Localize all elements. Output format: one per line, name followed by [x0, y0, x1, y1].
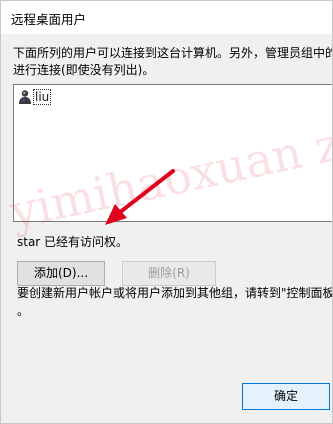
description-text: 下面所列的用户可以连接到这台计算机。另外，管理员组中的 进行连接(即使没有列出)…: [13, 45, 333, 79]
description-line-1: 下面所列的用户可以连接到这台计算机。另外，管理员组中的: [13, 46, 333, 60]
remote-desktop-users-dialog: 远程桌面用户 下面所列的用户可以连接到这台计算机。另外，管理员组中的 进行连接(…: [0, 0, 333, 424]
ok-button[interactable]: 确定: [242, 383, 330, 410]
title-bar: 远程桌面用户: [1, 1, 332, 34]
note-line-2: 。: [17, 304, 30, 318]
add-button[interactable]: 添加(D)...: [17, 261, 105, 286]
window-title: 远程桌面用户: [11, 12, 87, 27]
description-line-2: 进行连接(即使没有列出)。: [13, 63, 155, 77]
user-icon: [17, 89, 33, 105]
remove-button[interactable]: 删除(R): [122, 261, 216, 286]
note-text: 要创建新用户帐户或将用户添加到其他组，请转到"控制面板 。: [17, 284, 333, 320]
user-listbox[interactable]: liu: [13, 84, 332, 222]
access-status-text: star 已经有访问权。: [17, 235, 129, 249]
list-item[interactable]: liu: [17, 88, 52, 106]
list-item-label: liu: [32, 89, 52, 105]
note-line-1: 要创建新用户帐户或将用户添加到其他组，请转到"控制面板: [17, 286, 333, 300]
